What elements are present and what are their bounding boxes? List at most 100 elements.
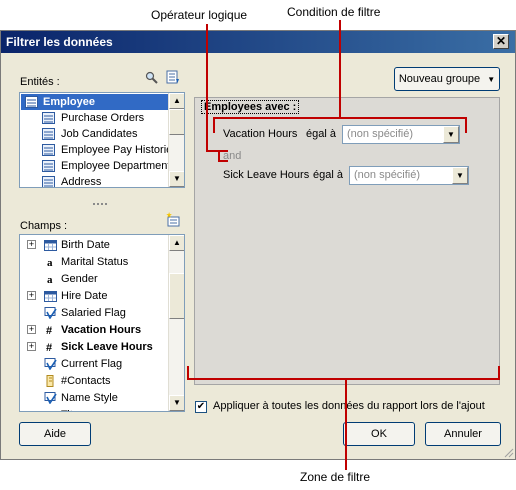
new-group-button[interactable]: Nouveau groupe ▼ (394, 67, 500, 91)
scroll-thumb[interactable] (169, 109, 184, 135)
callout-line (206, 24, 208, 152)
field-item[interactable]: + Hire Date (20, 288, 184, 304)
callout-filter-zone: Zone de filtre (300, 470, 371, 484)
help-button[interactable]: Aide (19, 422, 91, 446)
field-item-label: #Contacts (61, 375, 111, 387)
numeric-field-icon: # (44, 324, 57, 337)
numeric-field-icon: # (44, 341, 57, 354)
filter-zone[interactable]: Employees avec : Vacation Hours égal à (… (194, 97, 500, 385)
field-item-label: Sick Leave Hours (61, 341, 153, 353)
apply-all-label: Appliquer à toutes les données du rappor… (213, 400, 485, 412)
svg-text:#: # (46, 325, 52, 336)
entity-icon (42, 128, 55, 140)
entity-item-label: Purchase Orders (61, 112, 145, 124)
apply-all-checkbox[interactable]: ✔ (195, 401, 207, 413)
field-item-label: Vacation Hours (61, 324, 142, 336)
field-item[interactable]: + # Vacation Hours (20, 322, 184, 338)
svg-text:#: # (46, 342, 52, 353)
dropdown-arrow-icon[interactable]: ▼ (452, 167, 468, 184)
entity-icon (42, 160, 55, 172)
entity-icon (42, 112, 55, 124)
expand-icon[interactable]: + (27, 291, 36, 300)
dropdown-arrow-icon: ▼ (487, 75, 496, 84)
checkbox-field-icon (44, 358, 57, 371)
field-item-label: Current Flag (61, 358, 123, 370)
resize-grip-icon[interactable] (503, 447, 514, 458)
condition-2-value[interactable]: (non spécifié) ▼ (349, 166, 469, 185)
expand-icon[interactable]: + (27, 342, 36, 351)
entity-item-label: Address (61, 176, 102, 188)
field-item[interactable]: Current Flag (20, 356, 184, 372)
field-item[interactable]: a Gender (20, 271, 184, 287)
scroll-down-icon[interactable]: ▼ (169, 395, 184, 411)
entity-item-label: Employee (43, 96, 95, 108)
condition-1-field[interactable]: Vacation Hours (223, 128, 297, 140)
entity-icon (25, 96, 38, 108)
scroll-down-icon[interactable]: ▼ (169, 171, 184, 187)
callout-line (206, 150, 228, 152)
callout-line (213, 117, 467, 119)
fields-list[interactable]: + Birth Date a Marital Status a Gender + Hire D… (19, 234, 185, 412)
dialog-title: Filtrer les données (6, 35, 113, 49)
entity-icon (42, 144, 55, 156)
field-item-label: Birth Date (61, 239, 110, 251)
field-item[interactable]: + Birth Date (20, 237, 184, 253)
condition-1-value[interactable]: (non spécifié) ▼ (342, 125, 460, 144)
field-item[interactable]: + # Sick Leave Hours (20, 339, 184, 355)
condition-1-value-text: (non spécifié) (347, 128, 414, 140)
cancel-button[interactable]: Annuler (425, 422, 501, 446)
expand-icon[interactable]: + (27, 325, 36, 334)
scroll-up-icon[interactable]: ▲ (169, 93, 184, 109)
search-icon[interactable] (145, 71, 158, 84)
condition-2-value-text: (non spécifié) (354, 169, 421, 181)
new-field-icon[interactable] (166, 212, 181, 227)
callout-logical-operator: Opérateur logique (151, 8, 248, 22)
entity-item-address[interactable]: Address (20, 174, 184, 188)
calendar-icon (44, 290, 57, 302)
sort-icon[interactable] (166, 70, 180, 84)
callout-line (187, 366, 189, 380)
field-item-label: Name Style (61, 392, 118, 404)
entity-item-employee-department[interactable]: Employee Department (20, 158, 184, 174)
ok-button[interactable]: OK (343, 422, 415, 446)
entity-item-employee[interactable]: Employee (21, 94, 169, 110)
entity-icon (42, 176, 55, 187)
scroll-up-icon[interactable]: ▲ (169, 235, 184, 251)
text-field-icon: a (44, 409, 57, 412)
condition-2-operator[interactable]: égal à (313, 169, 343, 181)
field-item-label: Marital Status (61, 256, 129, 268)
scroll-thumb[interactable] (169, 273, 184, 319)
entities-label: Entités : (20, 76, 60, 88)
field-item[interactable]: a Tit (20, 407, 184, 412)
callout-filter-condition: Condition de filtre (287, 5, 381, 19)
callout-line (498, 366, 500, 380)
entity-item-label: Job Candidates (61, 128, 138, 140)
entities-list[interactable]: Employee Purchase Orders Job Candidates … (19, 92, 185, 188)
checkbox-field-icon (44, 307, 57, 320)
splitter-handle[interactable] (93, 203, 107, 206)
field-item[interactable]: Salaried Flag (20, 305, 184, 321)
callout-line (345, 378, 347, 470)
field-item-label: Tit (61, 407, 73, 411)
entity-item-job-candidates[interactable]: Job Candidates (20, 126, 184, 142)
field-item[interactable]: Name Style (20, 390, 184, 406)
expand-icon[interactable]: + (27, 240, 36, 249)
text-field-icon: a (44, 256, 57, 269)
condition-1-operator[interactable]: égal à (306, 128, 336, 140)
condition-2-field[interactable]: Sick Leave Hours (223, 169, 309, 181)
entities-scrollbar[interactable]: ▲ ▼ (168, 93, 184, 187)
calendar-icon (44, 239, 57, 251)
entity-item-purchase-orders[interactable]: Purchase Orders (20, 110, 184, 126)
filter-header: Employees avec : (201, 100, 300, 114)
dropdown-arrow-icon[interactable]: ▼ (443, 126, 459, 143)
close-button[interactable]: ✕ (493, 34, 509, 49)
field-item[interactable]: #Contacts (20, 373, 184, 389)
fields-scrollbar[interactable]: ▲ ▼ (168, 235, 184, 411)
svg-text:a: a (47, 274, 53, 285)
svg-text:a: a (47, 410, 53, 412)
count-field-icon (44, 375, 57, 387)
field-item[interactable]: a Marital Status (20, 254, 184, 270)
entity-item-employee-pay-history[interactable]: Employee Pay Historie (20, 142, 184, 158)
entity-item-label: Employee Pay Historie (61, 144, 173, 156)
text-field-icon: a (44, 273, 57, 286)
